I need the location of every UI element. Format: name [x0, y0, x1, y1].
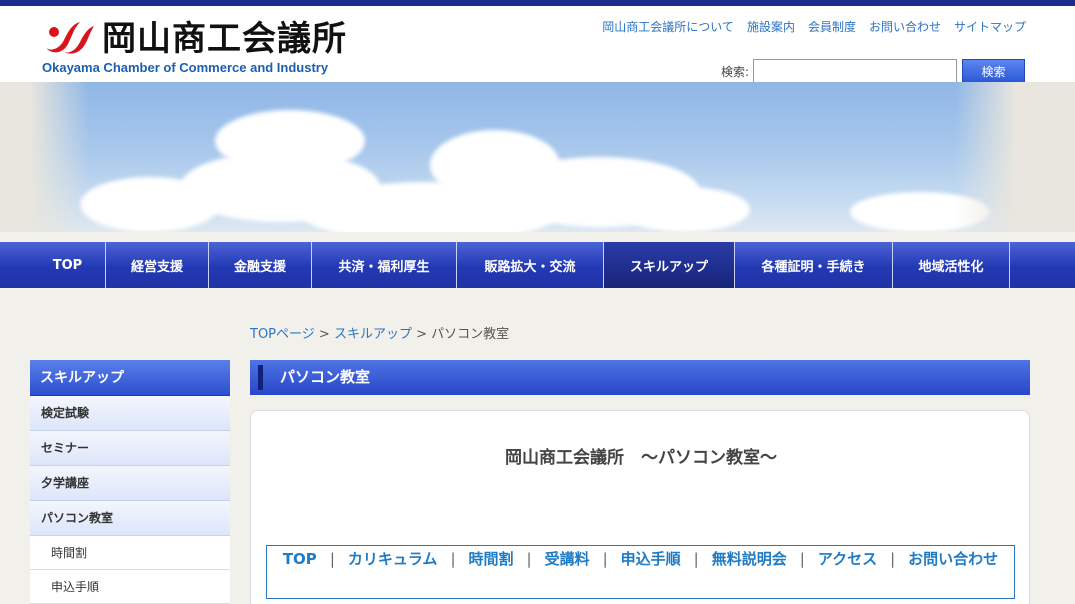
subnav-sep: |	[450, 550, 456, 568]
breadcrumb-parent[interactable]: スキルアップ	[334, 327, 412, 342]
nav-item-mutual-aid[interactable]: 共済・福利厚生	[312, 242, 457, 288]
sidebar-item-evening-lectures[interactable]: 夕学講座	[30, 466, 230, 501]
subnav-top[interactable]: TOP	[283, 550, 317, 568]
nav-item-regional[interactable]: 地域活性化	[893, 242, 1010, 288]
heading-accent-bar	[258, 365, 263, 390]
subnav-sep: |	[799, 550, 805, 568]
subnav-timetable[interactable]: 時間割	[469, 550, 514, 568]
sidebar-heading[interactable]: スキルアップ	[30, 360, 230, 396]
subnav-application[interactable]: 申込手順	[621, 550, 681, 568]
breadcrumb-sep: >	[416, 327, 428, 342]
nav-label: TOP	[52, 257, 83, 273]
breadcrumb-home[interactable]: TOPページ	[250, 327, 315, 342]
breadcrumb-sep: >	[318, 327, 330, 342]
pc-class-subnav: TOP | カリキュラム | 時間割 | 受講料 | 申込手順 | 無料説明会 | アクセス | お問い合わ…	[266, 545, 1015, 599]
nav-item-skill-up[interactable]: スキルアップ	[604, 242, 735, 288]
sidebar-item-pc-class[interactable]: パソコン教室	[30, 501, 230, 536]
subnav-contact[interactable]: お問い合わせ	[908, 550, 998, 568]
util-link-about[interactable]: 岡山商工会議所について	[602, 18, 734, 35]
hero-sky-banner	[0, 82, 1075, 232]
subnav-sep: |	[890, 550, 896, 568]
nav-label: 販路拡大・交流	[484, 259, 576, 275]
logo-mark-icon	[46, 22, 94, 54]
site-header: 岡山商工会議所 Okayama Chamber of Commerce and …	[0, 6, 1075, 83]
page-heading-text: パソコン教室	[280, 368, 371, 386]
subnav-info-session[interactable]: 無料説明会	[712, 550, 787, 568]
sidebar-item-seminars[interactable]: セミナー	[30, 431, 230, 466]
nav-item-certificates[interactable]: 各種証明・手続き	[735, 242, 893, 288]
nav-label: 金融支援	[233, 259, 286, 275]
nav-item-top[interactable]: TOP	[30, 242, 106, 288]
content-panel: 岡山商工会議所 ～パソコン教室～ TOP | カリキュラム | 時間割 | 受講料 | 申込手順…	[250, 410, 1030, 604]
site-search: 検索: 検索	[721, 59, 1026, 83]
content-title: 岡山商工会議所 ～パソコン教室～	[505, 448, 777, 468]
nav-item-business-support[interactable]: 経営支援	[106, 242, 209, 288]
breadcrumb-current: パソコン教室	[431, 327, 510, 342]
utility-nav: 岡山商工会議所について 施設案内 会員制度 お問い合わせ サイトマップ	[602, 18, 1026, 35]
page-heading: パソコン教室	[250, 360, 1030, 395]
sidebar: スキルアップ 検定試験 セミナー 夕学講座 パソコン教室 時間割 申込手順	[30, 360, 230, 604]
breadcrumb: TOPページ > スキルアップ > パソコン教室	[250, 323, 509, 342]
util-link-facilities[interactable]: 施設案内	[747, 18, 795, 35]
main-nav: TOP 経営支援 金融支援 共済・福利厚生 販路拡大・交流 スキルアップ 各種証…	[0, 242, 1075, 288]
search-input[interactable]	[753, 59, 958, 83]
nav-label: 共済・福利厚生	[338, 259, 430, 275]
subnav-access[interactable]: アクセス	[818, 550, 877, 568]
nav-item-financial-support[interactable]: 金融支援	[209, 242, 312, 288]
logo-japanese-name: 岡山商工会議所	[102, 19, 347, 59]
search-button[interactable]: 検索	[962, 59, 1026, 83]
subnav-sep: |	[602, 550, 608, 568]
util-link-contact[interactable]: お問い合わせ	[869, 18, 941, 35]
subnav-curriculum[interactable]: カリキュラム	[348, 550, 438, 568]
sidebar-item-certification-exams[interactable]: 検定試験	[30, 396, 230, 431]
nav-label: 地域活性化	[918, 259, 984, 275]
subnav-sep: |	[693, 550, 699, 568]
site-logo[interactable]: 岡山商工会議所 Okayama Chamber of Commerce and …	[40, 14, 346, 76]
subnav-fees[interactable]: 受講料	[545, 550, 590, 568]
subnav-sep: |	[329, 550, 335, 568]
subnav-sep: |	[526, 550, 532, 568]
util-link-sitemap[interactable]: サイトマップ	[954, 18, 1026, 35]
sidebar-subitem-timetable[interactable]: 時間割	[30, 536, 230, 570]
nav-label: 各種証明・手続き	[761, 259, 866, 275]
nav-label: 経営支援	[130, 259, 183, 275]
util-link-membership[interactable]: 会員制度	[808, 18, 856, 35]
logo-english-name: Okayama Chamber of Commerce and Industry	[42, 60, 329, 75]
nav-item-sales-expansion[interactable]: 販路拡大・交流	[457, 242, 604, 288]
sidebar-subitem-application[interactable]: 申込手順	[30, 570, 230, 604]
search-label: 検索:	[721, 64, 750, 79]
nav-label: スキルアップ	[629, 259, 708, 275]
